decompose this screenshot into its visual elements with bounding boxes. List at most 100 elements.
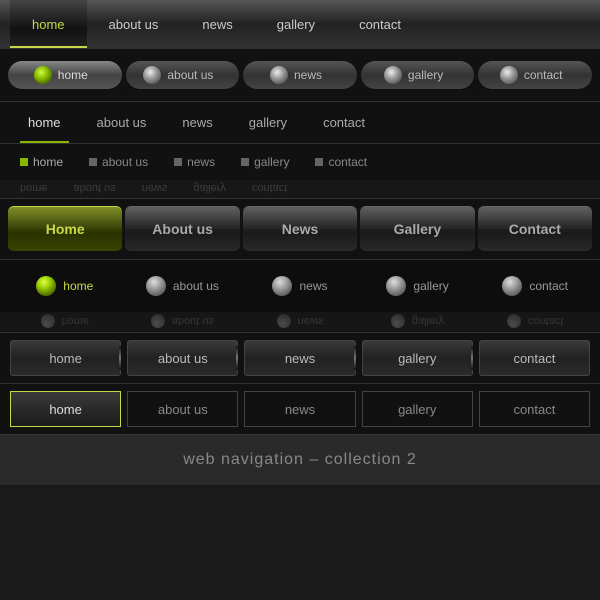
- nav-5: Home About us News Gallery Contact: [0, 199, 600, 259]
- nav3-gallery[interactable]: gallery: [231, 102, 305, 143]
- nav4-contact[interactable]: contact: [307, 155, 375, 169]
- nav2-gallery-label: gallery: [408, 68, 443, 82]
- nav-1: home about us news gallery contact: [0, 0, 600, 48]
- nav7-about-label: about us: [158, 351, 208, 366]
- nav3-news[interactable]: news: [164, 102, 230, 143]
- nav8-contact-label: contact: [513, 402, 555, 417]
- nav1-contact[interactable]: contact: [337, 0, 423, 48]
- nav4-gallery[interactable]: gallery: [233, 155, 297, 169]
- nav6-contact[interactable]: contact: [478, 276, 592, 296]
- nav7-home-label: home: [49, 351, 82, 366]
- nav2-about[interactable]: about us: [126, 61, 240, 89]
- nav5-gallery-label: Gallery: [394, 221, 441, 237]
- nav2-contact[interactable]: contact: [478, 61, 592, 89]
- nav1-about[interactable]: about us: [87, 0, 181, 48]
- nav5-news-label: News: [282, 221, 319, 237]
- nav8-home-label: home: [49, 402, 82, 417]
- nav3-contact[interactable]: contact: [305, 102, 383, 143]
- bullet-icon: [241, 158, 249, 166]
- bullet-icon: [89, 158, 97, 166]
- nav5-contact-label: Contact: [509, 221, 561, 237]
- nav6-news[interactable]: news: [243, 276, 357, 296]
- sphere-icon: [146, 276, 166, 296]
- footer: web navigation – collection 2: [0, 435, 600, 485]
- sphere-icon: [500, 66, 518, 84]
- sphere-icon: [384, 66, 402, 84]
- nav1-news[interactable]: news: [180, 0, 254, 48]
- nav5-news[interactable]: News: [243, 206, 357, 252]
- nav4-about[interactable]: about us: [81, 155, 156, 169]
- bullet-icon: [315, 158, 323, 166]
- nav2-contact-label: contact: [524, 68, 563, 82]
- nav7-divider: [471, 346, 473, 370]
- nav7-about[interactable]: about us: [127, 340, 238, 376]
- nav8-contact[interactable]: contact: [479, 391, 590, 427]
- nav6-reflection: home about us news gallery contact: [0, 310, 600, 332]
- nav8-news-label: news: [285, 402, 315, 417]
- nav8-news[interactable]: news: [244, 391, 355, 427]
- nav4-news[interactable]: news: [166, 155, 223, 169]
- nav6-about[interactable]: about us: [126, 276, 240, 296]
- sphere-icon: [502, 276, 522, 296]
- reflect-item: contact: [478, 314, 592, 328]
- nav5-home-label: Home: [46, 221, 85, 237]
- nav2-home-label: home: [58, 68, 88, 82]
- nav-6: home about us news gallery contact: [0, 260, 600, 312]
- sphere-icon: [386, 276, 406, 296]
- reflect-item: gallery: [361, 314, 475, 328]
- nav8-about[interactable]: about us: [127, 391, 238, 427]
- sphere-icon: [36, 276, 56, 296]
- nav4-home[interactable]: home: [12, 155, 71, 169]
- nav6-home-label: home: [63, 279, 93, 293]
- sphere-icon: [34, 66, 52, 84]
- sphere-sm-icon: [507, 314, 521, 328]
- nav1-gallery[interactable]: gallery: [255, 0, 337, 48]
- nav5-about[interactable]: About us: [125, 206, 239, 252]
- nav5-about-label: About us: [152, 221, 213, 237]
- nav8-gallery[interactable]: gallery: [362, 391, 473, 427]
- nav2-news[interactable]: news: [243, 61, 357, 89]
- sphere-sm-icon: [277, 314, 291, 328]
- sphere-icon: [272, 276, 292, 296]
- nav6-gallery[interactable]: gallery: [361, 276, 475, 296]
- bullet-icon: [20, 158, 28, 166]
- nav3-home[interactable]: home: [10, 102, 79, 143]
- nav1-home[interactable]: home: [10, 0, 87, 48]
- nav2-home[interactable]: home: [8, 61, 122, 89]
- nav7-news[interactable]: news: [244, 340, 355, 376]
- sphere-icon: [143, 66, 161, 84]
- reflect-item: news: [243, 314, 357, 328]
- nav7-contact[interactable]: contact: [479, 340, 590, 376]
- nav5-gallery[interactable]: Gallery: [360, 206, 474, 252]
- nav7-divider: [119, 346, 121, 370]
- nav8-home[interactable]: home: [10, 391, 121, 427]
- nav7-home[interactable]: home: [10, 340, 121, 376]
- nav-7: home about us news gallery contact: [0, 333, 600, 383]
- nav-8: home about us news gallery contact: [0, 384, 600, 434]
- nav5-home[interactable]: Home: [8, 206, 122, 252]
- nav6-gallery-label: gallery: [413, 279, 448, 293]
- sphere-sm-icon: [391, 314, 405, 328]
- nav7-divider: [236, 346, 238, 370]
- nav7-divider: [354, 346, 356, 370]
- nav6-home[interactable]: home: [8, 276, 122, 296]
- sphere-sm-icon: [41, 314, 55, 328]
- nav7-gallery-label: gallery: [398, 351, 436, 366]
- bullet-icon: [174, 158, 182, 166]
- nav-3: home about us news gallery contact: [0, 102, 600, 144]
- nav3-about[interactable]: about us: [79, 102, 165, 143]
- nav2-gallery[interactable]: gallery: [361, 61, 475, 89]
- nav6-contact-label: contact: [529, 279, 568, 293]
- nav2-about-label: about us: [167, 68, 213, 82]
- nav6-news-label: news: [299, 279, 327, 293]
- nav7-gallery[interactable]: gallery: [362, 340, 473, 376]
- nav8-gallery-label: gallery: [398, 402, 436, 417]
- nav-2: home about us news gallery contact: [0, 49, 600, 101]
- nav2-news-label: news: [294, 68, 322, 82]
- footer-text: web navigation – collection 2: [183, 451, 417, 469]
- nav5-contact[interactable]: Contact: [478, 206, 592, 252]
- sphere-icon: [270, 66, 288, 84]
- nav6-about-label: about us: [173, 279, 219, 293]
- sphere-sm-icon: [151, 314, 165, 328]
- nav4-reflection: home about us news gallery contact: [0, 178, 600, 198]
